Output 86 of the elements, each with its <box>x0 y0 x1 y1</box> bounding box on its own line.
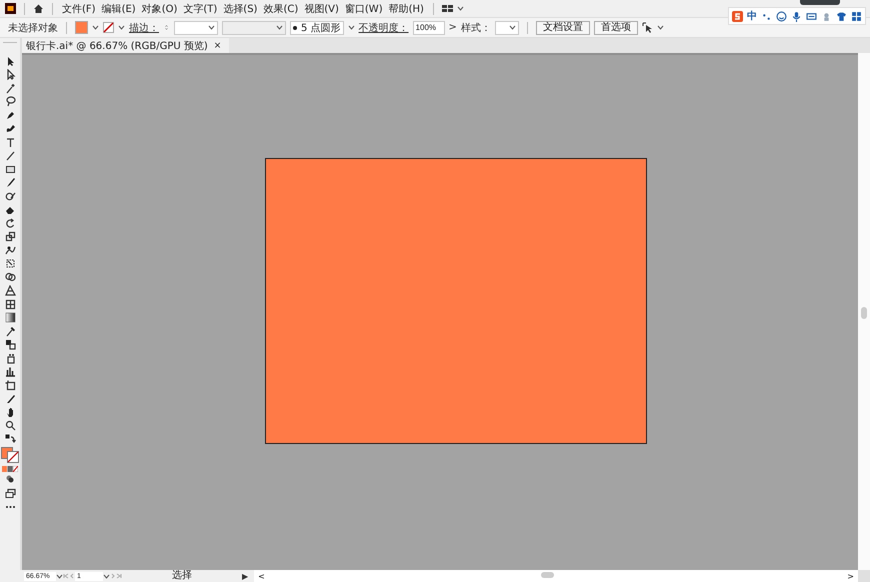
artboard-icon[interactable] <box>4 380 16 390</box>
document-tab[interactable]: 银行卡.ai* @ 66.67% (RGB/GPU 预览) × <box>22 38 230 53</box>
fill-stroke-swatches[interactable] <box>1 447 19 463</box>
caret-icon[interactable] <box>103 574 110 578</box>
pen-icon[interactable] <box>4 110 16 120</box>
caret-icon[interactable] <box>56 574 63 578</box>
symbol-sprayer-icon[interactable] <box>4 352 16 364</box>
slice-icon[interactable] <box>4 393 16 404</box>
blend-icon[interactable] <box>4 339 16 350</box>
fill-swatch[interactable] <box>75 21 88 34</box>
menu-item[interactable]: 编辑(E) <box>100 2 137 16</box>
mesh-icon[interactable] <box>4 298 16 310</box>
document-title: 银行卡.ai* @ 66.67% (RGB/GPU 预览) <box>26 40 208 52</box>
magic-wand-icon[interactable] <box>4 82 16 94</box>
caret-icon[interactable] <box>118 25 125 30</box>
close-tab-button[interactable]: × <box>214 40 222 50</box>
opacity-label[interactable]: 不透明度： <box>358 20 409 34</box>
shirt-icon[interactable] <box>836 10 847 22</box>
warp-icon[interactable] <box>4 244 16 256</box>
caret-icon[interactable] <box>208 25 215 30</box>
menu-item[interactable]: 对象(O) <box>140 2 178 16</box>
free-transform-icon[interactable] <box>4 258 16 269</box>
shaper-icon[interactable] <box>4 190 16 202</box>
vertical-scrollbar[interactable] <box>858 53 870 570</box>
style-label: 样式： <box>460 22 491 34</box>
rotate-icon[interactable] <box>4 218 16 228</box>
eraser-icon[interactable] <box>4 204 16 215</box>
menu-item[interactable]: 文件(F) <box>61 2 97 16</box>
toolbar-button[interactable]: 文档设置 <box>536 20 590 34</box>
eyedropper-icon[interactable] <box>4 326 16 336</box>
scale-icon[interactable] <box>4 231 16 242</box>
caret-icon[interactable] <box>276 25 283 30</box>
menu-item[interactable]: 选择(S) <box>222 2 258 16</box>
type-tool-icon[interactable] <box>4 136 16 148</box>
screen-mode-icon[interactable] <box>4 488 16 498</box>
horizontal-scrollbar[interactable]: < > <box>254 570 858 582</box>
menu-item[interactable]: 视图(V) <box>303 2 340 16</box>
swap-colors-icon[interactable] <box>4 434 16 444</box>
color-mode-icon[interactable] <box>2 466 18 472</box>
menu-item[interactable]: 效果(C) <box>262 2 300 16</box>
shape-builder-icon[interactable] <box>4 272 16 282</box>
microphone-icon[interactable] <box>791 10 802 22</box>
scroll-right-arrow[interactable]: > <box>847 572 854 580</box>
paintbrush-icon[interactable] <box>4 177 16 188</box>
perspective-grid-icon[interactable] <box>4 285 16 296</box>
gradient-icon[interactable] <box>4 312 16 323</box>
ime-mode-label[interactable]: 中 <box>747 9 757 23</box>
caret-icon[interactable] <box>348 25 355 30</box>
current-tool-label: 选择 <box>171 571 193 581</box>
ime-logo-icon[interactable] <box>732 10 743 22</box>
caret-icon[interactable] <box>456 6 464 11</box>
brush-dropdown[interactable]: 5 点圆形 <box>290 20 344 34</box>
menu-item[interactable]: 文字(T) <box>182 2 218 16</box>
curvature-pen-icon[interactable] <box>4 123 16 134</box>
stroke-none-swatch[interactable] <box>103 22 114 33</box>
scroll-left-arrow[interactable]: < <box>258 572 265 580</box>
rectangle-icon[interactable] <box>4 164 16 174</box>
opacity-field[interactable]: 100% <box>412 20 445 34</box>
column-graph-icon[interactable] <box>4 366 16 377</box>
caret-icon[interactable] <box>656 25 664 30</box>
menu-item[interactable]: 帮助(H) <box>388 2 425 16</box>
emoji-icon[interactable] <box>776 10 787 22</box>
scrollbar-thumb[interactable] <box>861 307 867 319</box>
workspace-layout-icon[interactable] <box>442 3 453 14</box>
grid-icon[interactable] <box>851 10 862 22</box>
arrange-cursor-icon[interactable] <box>642 22 653 33</box>
app-logo-icon <box>5 3 16 14</box>
direct-selection-icon[interactable] <box>4 69 16 80</box>
spinner-icon[interactable] <box>163 25 170 30</box>
toolbar-button[interactable]: 首选项 <box>594 20 638 34</box>
line-segment-icon[interactable] <box>4 150 16 161</box>
caret-icon[interactable] <box>92 25 99 30</box>
lasso-icon[interactable] <box>4 96 16 107</box>
draw-mode-icon[interactable] <box>4 474 16 485</box>
status-menu-arrow[interactable]: ▶ <box>242 572 248 580</box>
menu-item[interactable]: 窗口(W) <box>344 2 384 16</box>
search-zoom-icon[interactable] <box>4 420 16 431</box>
caret-icon[interactable] <box>508 25 516 30</box>
scrollbar-corner <box>858 570 870 582</box>
opacity-arrow[interactable]: > <box>448 22 457 33</box>
scrollbar-thumb[interactable] <box>541 572 554 578</box>
stroke-label[interactable]: 描边： <box>129 20 159 34</box>
selection-status: 未选择对象 <box>8 22 58 34</box>
home-icon[interactable] <box>33 3 44 14</box>
keyboard-icon[interactable] <box>806 10 817 22</box>
brush-dot-icon <box>293 26 297 30</box>
